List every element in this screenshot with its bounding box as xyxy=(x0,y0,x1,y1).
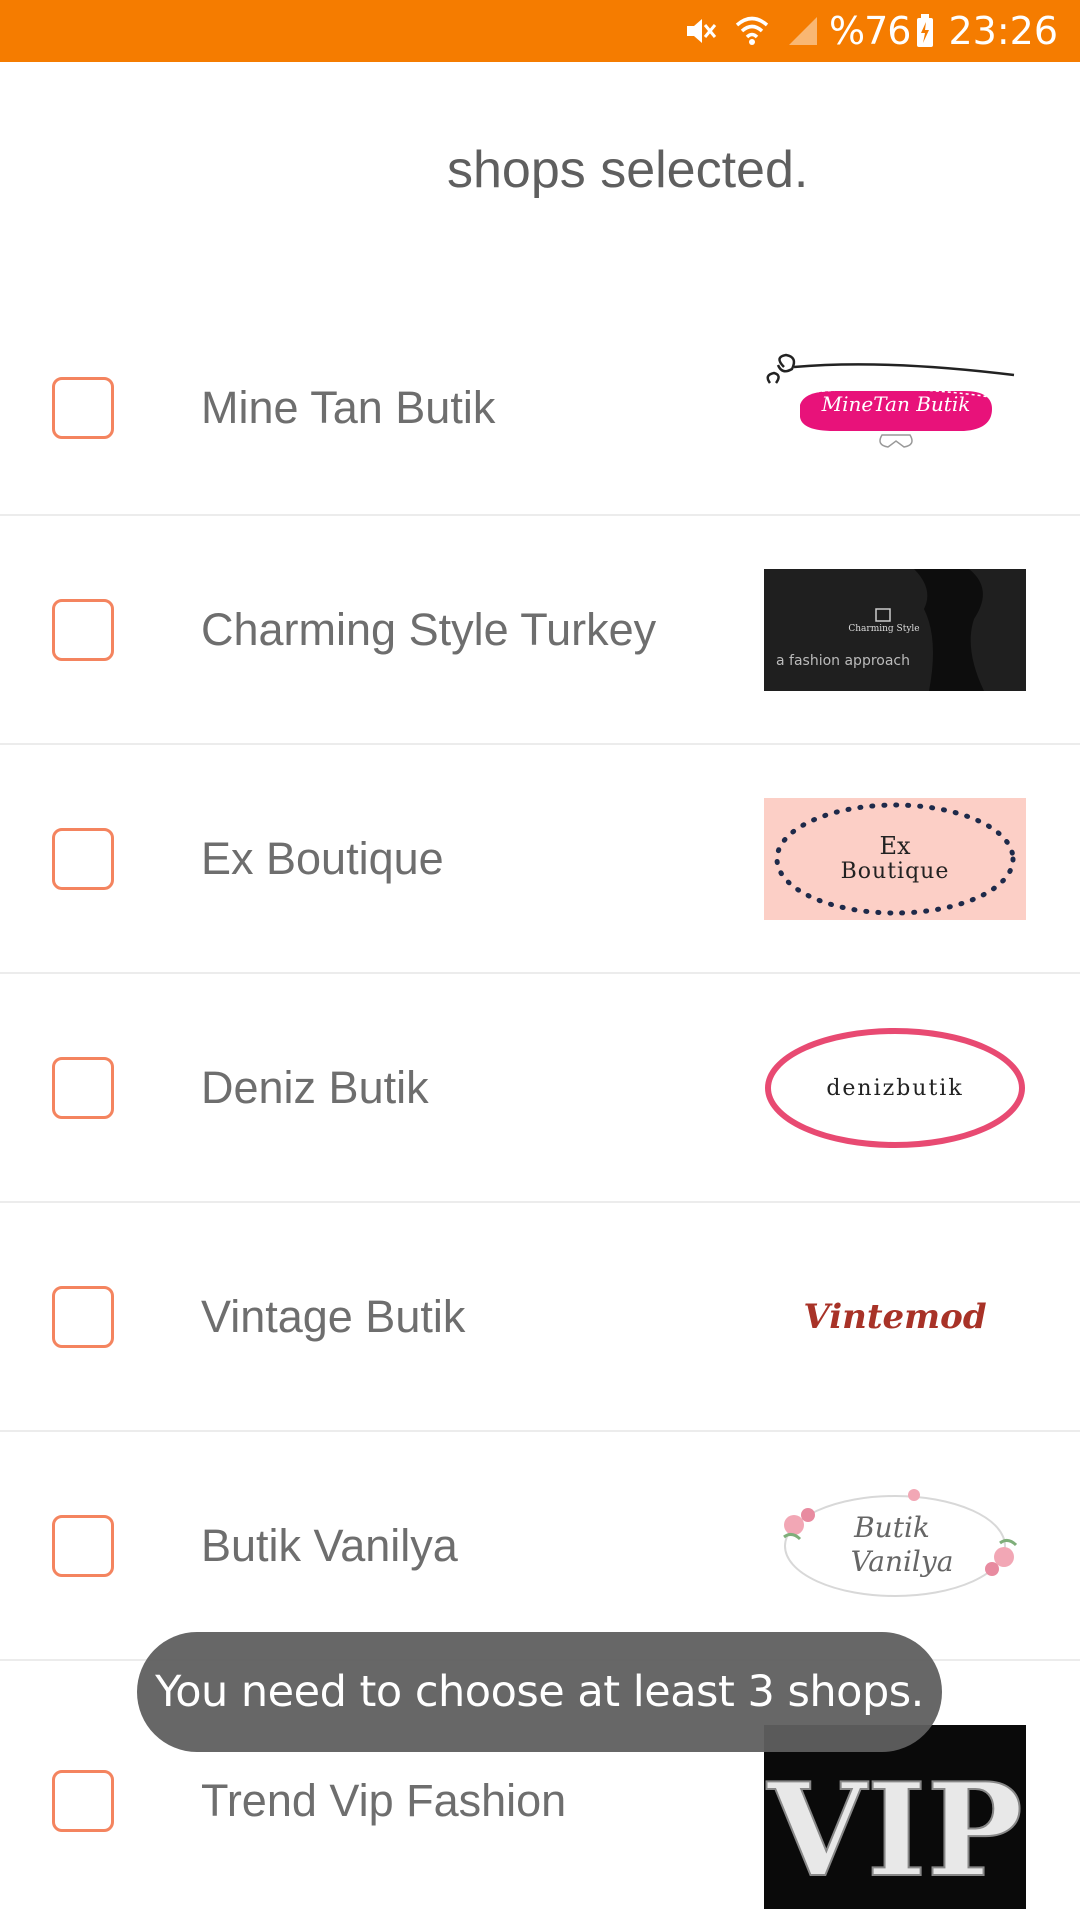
shop-logo: MineTan Butik xyxy=(764,347,1026,469)
battery-percent: %76 xyxy=(829,9,911,53)
shop-name: Butik Vanilya xyxy=(201,1519,458,1571)
shop-name: Deniz Butik xyxy=(201,1061,429,1113)
header: shops selected. xyxy=(0,62,1080,302)
shop-row[interactable]: Mine Tan Butik MineTan Butik xyxy=(0,302,1080,516)
shop-checkbox[interactable] xyxy=(52,598,114,661)
logo-subtext: a fashion approach xyxy=(776,653,910,669)
logo-text: VIP xyxy=(766,1756,1022,1906)
toast-message: You need to choose at least 3 shops. xyxy=(137,1632,942,1752)
shop-logo: Ex Boutique xyxy=(764,797,1026,920)
shop-logo: Vintemod xyxy=(764,1256,1026,1378)
shop-row[interactable]: Ex Boutique Ex Boutique xyxy=(0,745,1080,974)
shop-row[interactable]: Butik Vanilya Butik Vanilya xyxy=(0,1432,1080,1661)
shop-name: Ex Boutique xyxy=(201,832,444,884)
shop-logo: Charming Style a fashion approach xyxy=(764,568,1026,691)
logo-text: MineTan Butik xyxy=(821,392,971,416)
battery-charging-icon xyxy=(916,14,934,48)
shop-name: Trend Vip Fashion xyxy=(201,1775,567,1826)
shop-checkbox[interactable] xyxy=(52,827,114,890)
logo-text: Charming Style xyxy=(848,624,919,634)
shop-name: Charming Style Turkey xyxy=(201,603,657,655)
shop-row[interactable]: Deniz Butik denizbutik xyxy=(0,974,1080,1203)
shop-logo: denizbutik xyxy=(764,1027,1026,1149)
shop-checkbox[interactable] xyxy=(52,1285,114,1348)
mute-icon xyxy=(683,14,717,48)
shop-checkbox[interactable] xyxy=(52,377,114,439)
logo-text: Vintemod xyxy=(803,1297,986,1337)
shop-logo: Butik Vanilya xyxy=(764,1485,1026,1607)
logo-text: Ex xyxy=(879,832,911,860)
shop-checkbox[interactable] xyxy=(52,1056,114,1119)
shop-checkbox[interactable] xyxy=(52,1770,114,1832)
shop-name: Mine Tan Butik xyxy=(201,382,496,433)
shop-name: Vintage Butik xyxy=(201,1290,466,1342)
status-bar: %76 23:26 xyxy=(0,0,1080,62)
page-title: shops selected. xyxy=(447,141,809,199)
wifi-icon xyxy=(735,14,769,48)
clock: 23:26 xyxy=(948,9,1058,53)
shop-row[interactable]: Charming Style Turkey Charming Style a f… xyxy=(0,516,1080,745)
logo-text-2: Vanilya xyxy=(851,1545,954,1578)
signal-icon xyxy=(787,15,819,47)
logo-text: Butik xyxy=(853,1511,930,1544)
shop-checkbox[interactable] xyxy=(52,1514,114,1577)
shop-logo: VIP xyxy=(764,1725,1026,1909)
logo-text-2: Boutique xyxy=(841,859,950,884)
logo-text: denizbutik xyxy=(826,1076,963,1101)
shop-row[interactable]: Vintage Butik Vintemod xyxy=(0,1203,1080,1432)
